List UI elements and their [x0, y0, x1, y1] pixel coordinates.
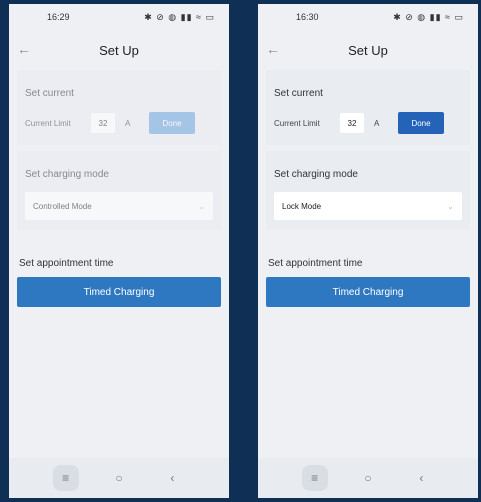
- charging-mode-value: Controlled Mode: [33, 201, 92, 211]
- unit-label: A: [125, 118, 131, 128]
- home-icon[interactable]: ○: [355, 465, 381, 491]
- navigation-bar: ≡ ○ ‹: [9, 458, 229, 498]
- charging-mode-select[interactable]: Lock Mode ⌄: [274, 192, 462, 220]
- done-button[interactable]: Done: [398, 112, 444, 134]
- back-arrow-icon[interactable]: ←: [266, 41, 280, 57]
- current-card: Set current Current Limit 32 A Done: [17, 70, 221, 145]
- header: ← Set Up: [258, 30, 478, 70]
- set-charging-mode-title: Set charging mode: [274, 169, 358, 180]
- back-arrow-icon[interactable]: ←: [17, 41, 31, 57]
- phone-screen-left: 16:29 ✱ ⊘ ◍ ▮▮ ≈ ▭ ← Set Up Set current …: [9, 4, 229, 498]
- settings-dimmed-area: Set current Current Limit 32 A Done Set …: [17, 70, 221, 230]
- unit-label: A: [374, 118, 380, 128]
- status-icons: ✱ ⊘ ◍ ▮▮ ≈ ▭: [393, 11, 464, 22]
- chevron-down-icon: ⌄: [447, 201, 454, 211]
- timed-charging-button[interactable]: Timed Charging: [17, 277, 221, 307]
- mode-card: Set charging mode Lock Mode ⌄: [266, 151, 470, 230]
- timed-charging-button[interactable]: Timed Charging: [266, 277, 470, 307]
- set-current-title: Set current: [274, 88, 323, 99]
- home-icon[interactable]: ○: [106, 465, 132, 491]
- current-limit-label: Current Limit: [274, 118, 320, 128]
- done-button[interactable]: Done: [149, 112, 195, 134]
- status-icons: ✱ ⊘ ◍ ▮▮ ≈ ▭: [144, 11, 215, 22]
- page-title: Set Up: [99, 42, 139, 58]
- menu-icon[interactable]: ≡: [301, 465, 328, 491]
- nav-back-icon[interactable]: ‹: [408, 465, 434, 491]
- chevron-down-icon: ⌄: [198, 201, 205, 211]
- mode-card: Set charging mode Controlled Mode ⌄: [17, 151, 221, 230]
- current-limit-input[interactable]: 32: [340, 113, 364, 133]
- current-limit-input[interactable]: 32: [91, 113, 115, 133]
- navigation-bar: ≡ ○ ‹: [258, 458, 478, 498]
- status-time: 16:30: [296, 12, 319, 22]
- set-current-title: Set current: [25, 88, 74, 99]
- current-limit-label: Current Limit: [25, 118, 71, 128]
- header: ← Set Up: [9, 30, 229, 70]
- current-card: Set current Current Limit 32 A Done: [266, 70, 470, 145]
- charging-mode-select[interactable]: Controlled Mode ⌄: [25, 192, 213, 220]
- page-title: Set Up: [348, 42, 388, 58]
- set-appointment-title: Set appointment time: [19, 258, 114, 269]
- phone-screen-right: 16:30 ✱ ⊘ ◍ ▮▮ ≈ ▭ ← Set Up Set current …: [258, 4, 478, 498]
- status-bar: 16:30 ✱ ⊘ ◍ ▮▮ ≈ ▭: [258, 4, 478, 30]
- menu-icon[interactable]: ≡: [52, 465, 79, 491]
- status-time: 16:29: [47, 12, 70, 22]
- set-appointment-title: Set appointment time: [268, 258, 363, 269]
- status-bar: 16:29 ✱ ⊘ ◍ ▮▮ ≈ ▭: [9, 4, 229, 30]
- charging-mode-value: Lock Mode: [282, 201, 322, 211]
- set-charging-mode-title: Set charging mode: [25, 169, 109, 180]
- nav-back-icon[interactable]: ‹: [159, 465, 185, 491]
